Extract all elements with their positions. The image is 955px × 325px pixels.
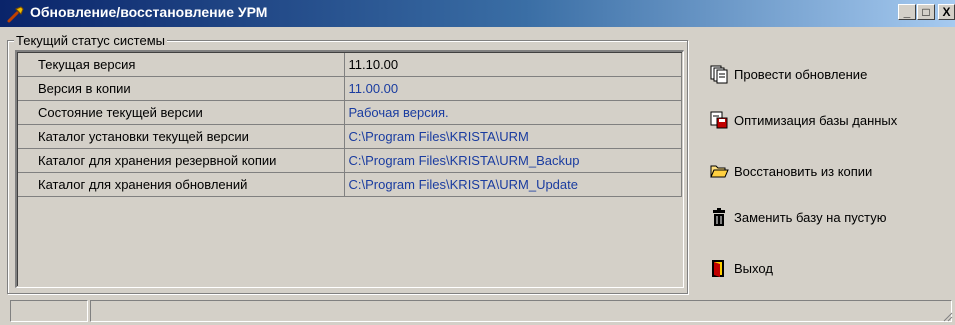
row-key: Каталог для хранения резервной копии — [18, 148, 345, 173]
status-bar — [0, 298, 955, 323]
exit-button[interactable]: Выход — [708, 255, 773, 281]
table-row[interactable]: Состояние текущей версии Рабочая версия. — [18, 100, 682, 125]
wrench-icon — [6, 4, 26, 24]
row-key: Каталог для хранения обновлений — [18, 172, 345, 197]
replace-label: Заменить базу на пустую — [734, 209, 887, 225]
exit-label: Выход — [734, 260, 773, 276]
open-folder-icon — [708, 160, 730, 182]
status-table[interactable]: Текущая версия 11.10.00 Версия в копии 1… — [15, 50, 684, 288]
table-row[interactable]: Версия в копии 11.00.00 — [18, 76, 682, 101]
row-value: C:\Program Files\KRISTA\URM_Update — [344, 172, 682, 197]
restore-label: Восстановить из копии — [734, 163, 873, 179]
replace-db-button[interactable]: Заменить базу на пустую — [708, 204, 886, 230]
optimize-db-button[interactable]: Оптимизация базы данных — [708, 107, 897, 133]
exit-door-icon — [708, 257, 730, 279]
table-row[interactable]: Каталог установки текущей версии C:\Prog… — [18, 124, 682, 149]
row-key: Текущая версия — [18, 53, 345, 77]
close-button[interactable]: X — [938, 4, 955, 20]
minimize-button[interactable]: _ — [898, 4, 916, 20]
table-row[interactable]: Каталог для хранения обновлений C:\Progr… — [18, 172, 682, 197]
row-value: 11.00.00 — [344, 76, 682, 101]
optimize-label: Оптимизация базы данных — [734, 112, 898, 128]
table-row[interactable]: Текущая версия 11.10.00 — [18, 53, 682, 77]
window-title: Обновление/восстановление УРМ — [30, 4, 268, 20]
row-value: 11.10.00 — [344, 53, 682, 77]
update-button[interactable]: Провести обновление — [708, 61, 867, 87]
resize-grip-icon[interactable] — [941, 310, 953, 322]
group-legend: Текущий статус системы — [14, 33, 168, 48]
row-value: C:\Program Files\KRISTA\URM_Backup — [344, 148, 682, 173]
update-label: Провести обновление — [734, 66, 868, 82]
row-key: Каталог установки текущей версии — [18, 124, 345, 149]
row-value: C:\Program Files\KRISTA\URM — [344, 124, 682, 149]
status-pane-2 — [90, 300, 952, 322]
trash-can-icon — [708, 206, 730, 228]
row-key: Состояние текущей версии — [18, 100, 345, 125]
maximize-button[interactable]: □ — [917, 4, 935, 20]
row-value: Рабочая версия. — [344, 100, 682, 125]
title-bar[interactable]: Обновление/восстановление УРМ _ □ X — [0, 0, 955, 27]
table-row[interactable]: Каталог для хранения резервной копии C:\… — [18, 148, 682, 173]
restore-button[interactable]: Восстановить из копии — [708, 158, 872, 184]
database-optimize-icon — [708, 109, 730, 131]
row-key: Версия в копии — [18, 76, 345, 101]
copy-pages-icon — [708, 63, 730, 85]
status-pane-1 — [10, 300, 88, 322]
